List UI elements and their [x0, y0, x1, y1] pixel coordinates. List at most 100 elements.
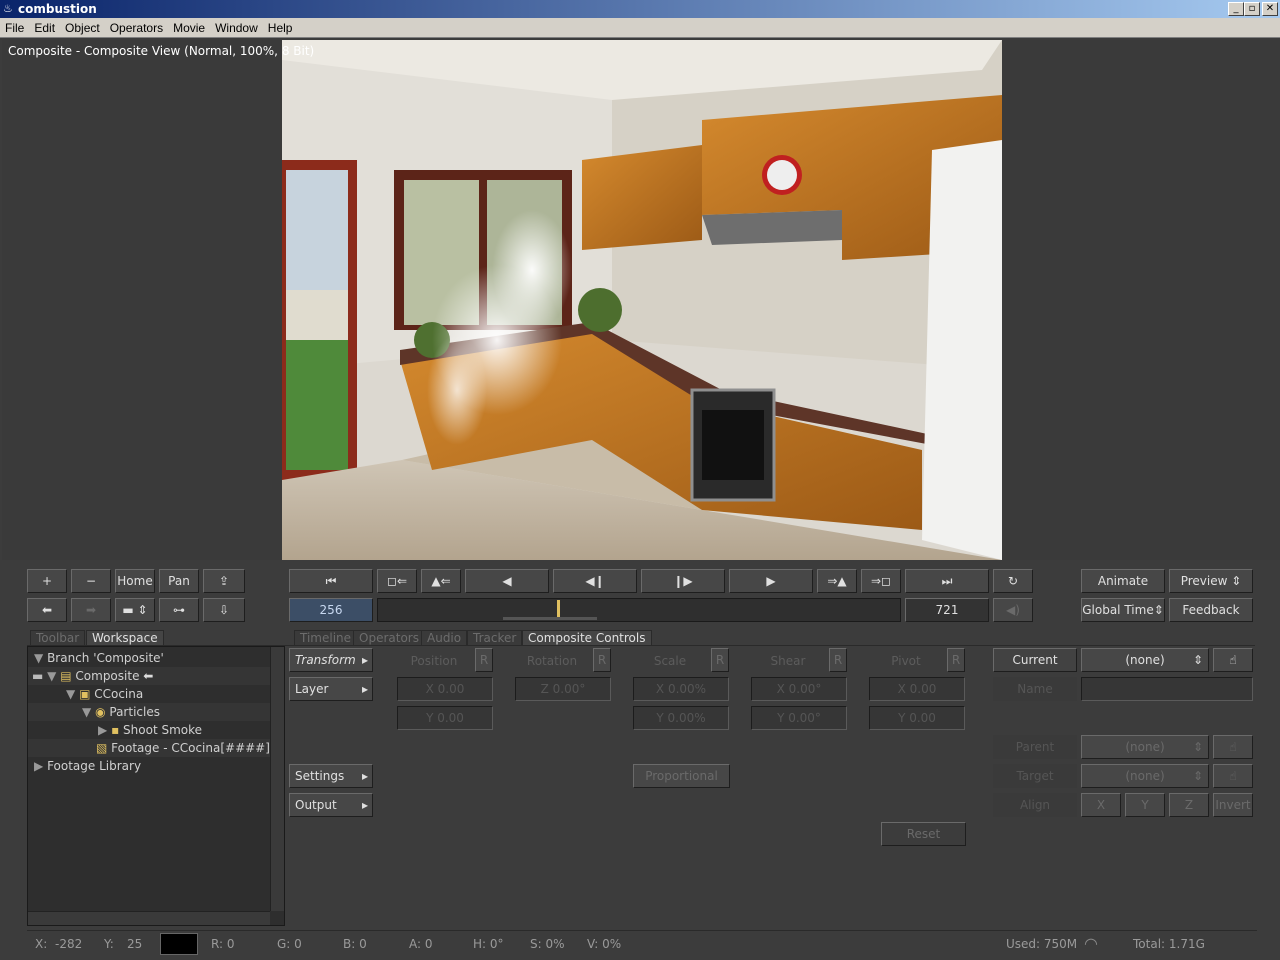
expand-icon[interactable]: ▼: [28, 651, 43, 665]
align-x-button[interactable]: X: [1081, 793, 1121, 817]
proportional-button[interactable]: Proportional: [633, 764, 730, 788]
restore-button[interactable]: ▫: [1244, 2, 1260, 16]
minimize-button[interactable]: _: [1228, 2, 1244, 16]
menu-object[interactable]: Object: [60, 18, 105, 38]
menu-movie[interactable]: Movie: [168, 18, 210, 38]
tree-hscrollbar[interactable]: [28, 911, 270, 925]
zoom-out-button[interactable]: −: [71, 569, 111, 593]
position-y-field[interactable]: Y 0.00: [397, 706, 493, 730]
mark-in-icon[interactable]: ◻⇐: [377, 569, 417, 593]
tree-item-footage[interactable]: ▧ Footage - CCocina[####]: [28, 739, 270, 757]
download-icon[interactable]: ⇩: [203, 598, 245, 622]
step-back-icon[interactable]: ◀❙: [553, 569, 637, 593]
expand-icon[interactable]: ▼: [28, 705, 91, 719]
play-reverse-icon[interactable]: ◀: [465, 569, 549, 593]
position-x-field[interactable]: X 0.00: [397, 677, 493, 701]
target-pick-hand-icon[interactable]: ☝: [1213, 764, 1253, 788]
rotation-reset-button[interactable]: R: [593, 648, 611, 672]
tab-tracker[interactable]: Tracker: [467, 630, 523, 646]
tree-item-particles[interactable]: ▼ ◉ Particles: [28, 703, 270, 721]
shear-reset-button[interactable]: R: [829, 648, 847, 672]
arrow-left-icon[interactable]: ⬅: [27, 598, 67, 622]
preview-label: Preview: [1180, 574, 1228, 588]
settings-button[interactable]: Settings ▸: [289, 764, 373, 788]
pick-hand-icon[interactable]: ☝: [1213, 648, 1253, 672]
name-field[interactable]: [1081, 677, 1253, 701]
parent-dropdown[interactable]: (none) ⇕: [1081, 735, 1209, 759]
invert-button[interactable]: Invert: [1213, 793, 1253, 817]
tree-item-footage-library[interactable]: ▶ Footage Library: [28, 757, 270, 775]
loop-icon[interactable]: ↻: [993, 569, 1033, 593]
align-y-button[interactable]: Y: [1125, 793, 1165, 817]
shear-x-field[interactable]: X 0.00°: [751, 677, 847, 701]
prev-key-icon[interactable]: ▲⇐: [421, 569, 461, 593]
go-to-end-icon[interactable]: ⏭: [905, 569, 989, 593]
tab-workspace[interactable]: Workspace: [86, 630, 164, 646]
global-time-dropdown[interactable]: Global Time⇕: [1081, 598, 1165, 622]
step-forward-icon[interactable]: ❙▶: [641, 569, 725, 593]
tab-toolbar[interactable]: Toolbar: [30, 630, 86, 646]
position-reset-button[interactable]: R: [475, 648, 493, 672]
align-z-button[interactable]: Z: [1169, 793, 1209, 817]
feedback-button[interactable]: Feedback: [1169, 598, 1253, 622]
menu-file[interactable]: File: [0, 18, 29, 38]
current-label: Current: [993, 648, 1077, 672]
collapse-icon[interactable]: ▶: [28, 723, 107, 737]
arrow-right-icon[interactable]: ➡: [71, 598, 111, 622]
close-button[interactable]: ✕: [1262, 2, 1278, 16]
scrubber-handle[interactable]: [557, 600, 560, 618]
play-icon[interactable]: ▶: [729, 569, 813, 593]
transform-button[interactable]: Transform ▸: [289, 648, 373, 672]
rotation-z-field[interactable]: Z 0.00°: [515, 677, 611, 701]
view-mode-icon[interactable]: ▬ ⇕: [115, 598, 155, 622]
next-key-icon[interactable]: ⇒▲: [817, 569, 857, 593]
timeline-scrubber[interactable]: [377, 598, 901, 622]
parent-pick-hand-icon[interactable]: ☝: [1213, 735, 1253, 759]
tree-item-branch[interactable]: ▼ Branch 'Composite': [28, 649, 270, 667]
menu-edit[interactable]: Edit: [29, 18, 60, 38]
workspace-tree[interactable]: ▼ Branch 'Composite' ▬ ▼ ▤ Composite ⬅ ▼…: [27, 646, 285, 926]
pivot-reset-button[interactable]: R: [947, 648, 965, 672]
tree-item-composite[interactable]: ▬ ▼ ▤ Composite ⬅: [28, 667, 270, 685]
current-dropdown[interactable]: (none) ⇕: [1081, 648, 1209, 672]
go-to-start-icon[interactable]: ⏮: [289, 569, 373, 593]
eye-icon[interactable]: ▬: [28, 669, 43, 683]
scale-y-field[interactable]: Y 0.00%: [633, 706, 729, 730]
pivot-y-field[interactable]: Y 0.00: [869, 706, 965, 730]
tab-timeline[interactable]: Timeline: [294, 630, 358, 646]
title-bar[interactable]: combustion: [0, 0, 1280, 18]
composite-viewer[interactable]: Composite - Composite View (Normal, 100%…: [2, 40, 1280, 560]
animate-button[interactable]: Animate: [1081, 569, 1165, 593]
shear-y-field[interactable]: Y 0.00°: [751, 706, 847, 730]
tab-operators[interactable]: Operators: [353, 630, 425, 646]
menu-help[interactable]: Help: [263, 18, 298, 38]
tree-scrollbar[interactable]: [270, 647, 284, 911]
reset-button[interactable]: Reset: [881, 822, 966, 846]
upload-icon[interactable]: ⇪: [203, 569, 245, 593]
expand-icon[interactable]: ▼: [47, 669, 56, 683]
layer-button[interactable]: Layer ▸: [289, 677, 373, 701]
end-frame-field[interactable]: 721: [905, 598, 989, 622]
zoom-in-button[interactable]: +: [27, 569, 67, 593]
current-frame-field[interactable]: 256: [289, 598, 373, 622]
scale-reset-button[interactable]: R: [711, 648, 729, 672]
target-dropdown[interactable]: (none) ⇕: [1081, 764, 1209, 788]
saturation-value: S: 0%: [530, 937, 565, 951]
collapse-icon[interactable]: ▶: [28, 759, 43, 773]
audio-icon[interactable]: ◀): [993, 598, 1033, 622]
tree-item-ccocina[interactable]: ▼ ▣ CCocina: [28, 685, 270, 703]
menu-window[interactable]: Window: [210, 18, 263, 38]
scale-x-field[interactable]: X 0.00%: [633, 677, 729, 701]
mark-out-icon[interactable]: ⇒◻: [861, 569, 901, 593]
home-button[interactable]: Home: [115, 569, 155, 593]
output-button[interactable]: Output ▸: [289, 793, 373, 817]
expand-icon[interactable]: ▼: [28, 687, 75, 701]
tree-item-shoot-smoke[interactable]: ▶ ▪ Shoot Smoke: [28, 721, 270, 739]
toggle-icon[interactable]: ⊶: [159, 598, 199, 622]
pan-button[interactable]: Pan: [159, 569, 199, 593]
tab-audio[interactable]: Audio: [421, 630, 468, 646]
preview-button[interactable]: Preview ⇕: [1169, 569, 1253, 593]
tab-composite-controls[interactable]: Composite Controls: [522, 630, 652, 646]
menu-operators[interactable]: Operators: [105, 18, 168, 38]
pivot-x-field[interactable]: X 0.00: [869, 677, 965, 701]
